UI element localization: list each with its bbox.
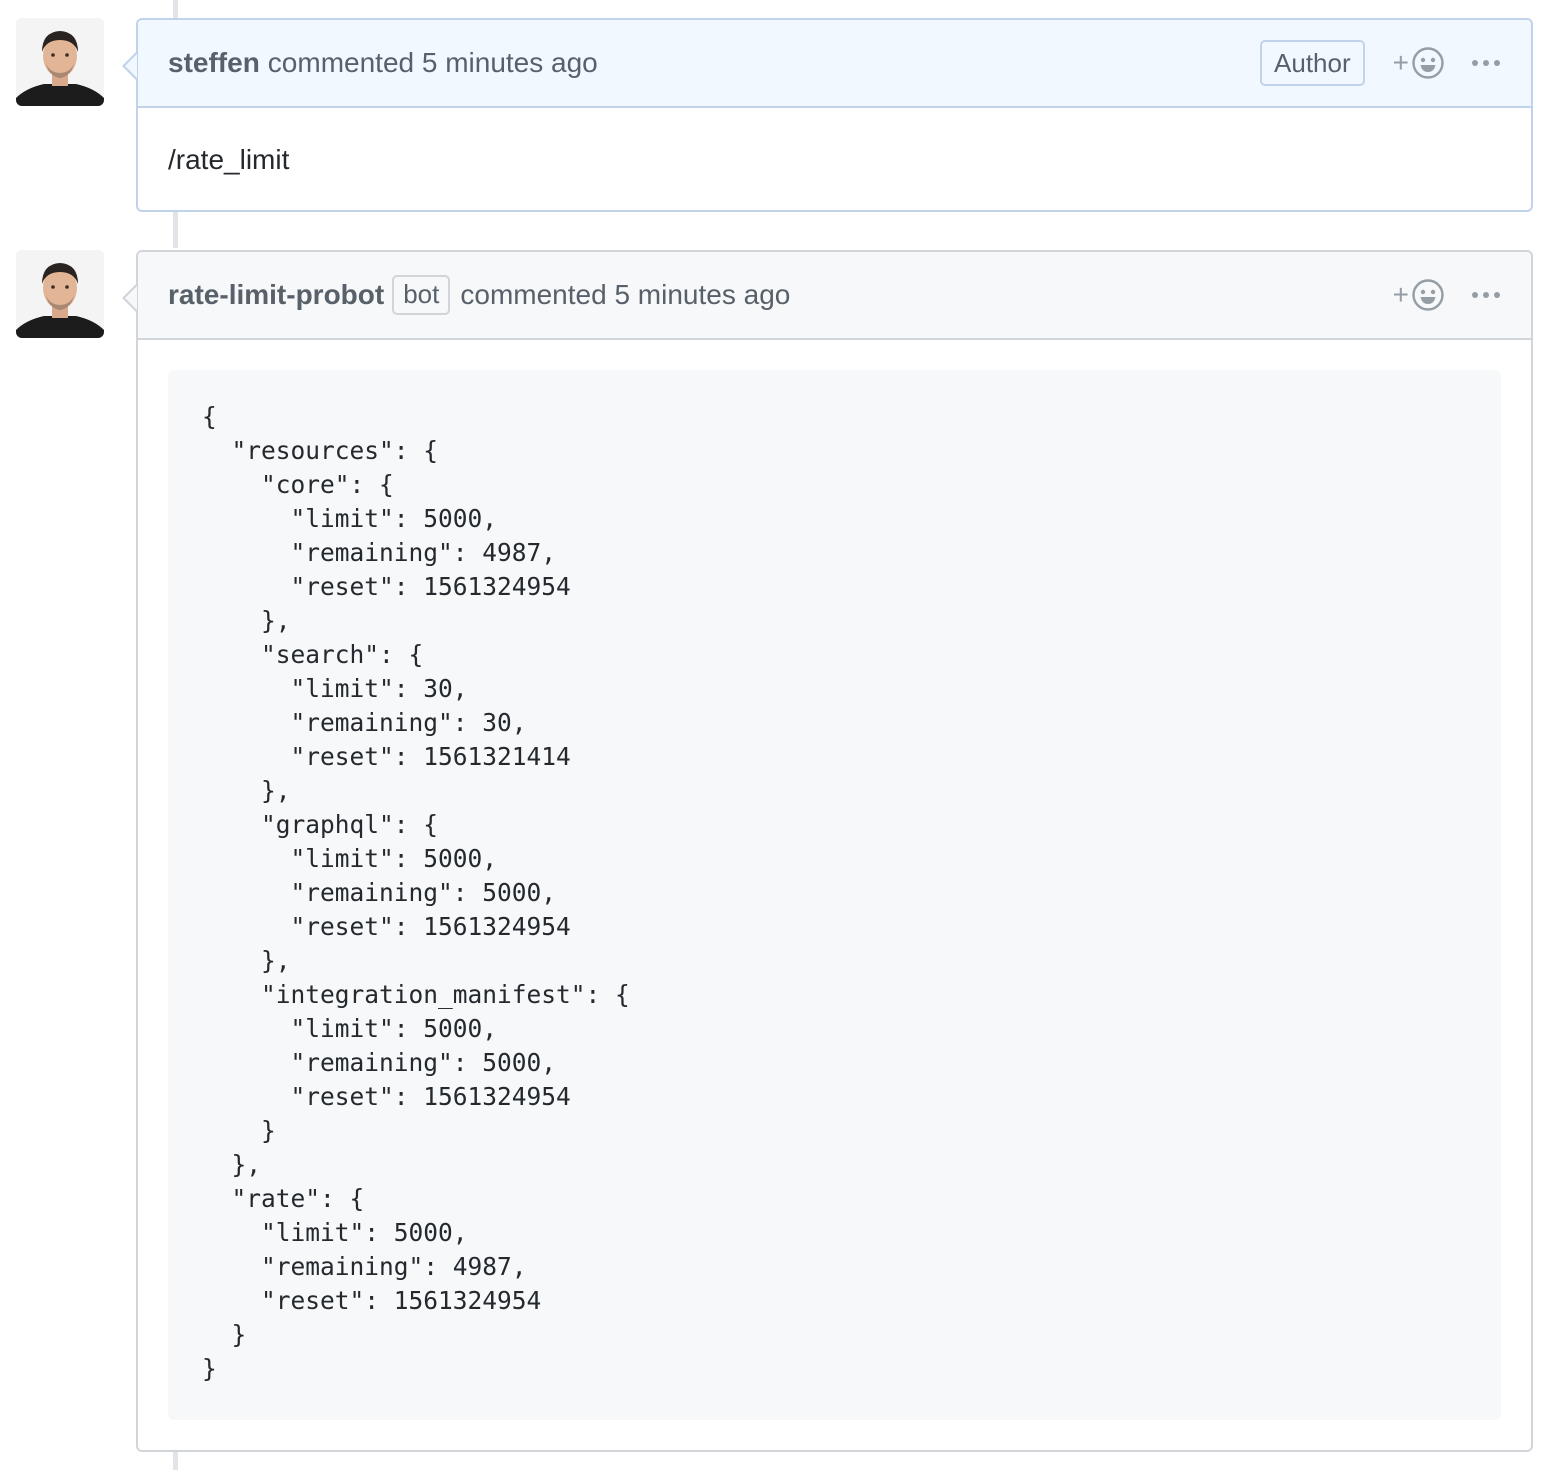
timeline-line-top (173, 0, 178, 18)
add-reaction-button[interactable]: + (1393, 46, 1445, 80)
comment-header: steffen commented 5 minutes ago Author + (122, 20, 1531, 108)
comment-body: { "resources": { "core": { "limit": 5000… (138, 340, 1531, 1450)
user-avatar-icon (16, 250, 104, 338)
comment-rate-limit-probot: rate-limit-probot bot commented 5 minute… (122, 250, 1533, 1452)
comment-timestamp[interactable]: commented 5 minutes ago (268, 47, 598, 79)
avatar[interactable] (16, 18, 104, 106)
bot-label: bot (392, 275, 451, 315)
comment-header: rate-limit-probot bot commented 5 minute… (122, 252, 1531, 340)
timeline-line-bottom (173, 1452, 178, 1470)
user-avatar-icon (16, 18, 104, 106)
comment-author-link[interactable]: steffen (168, 47, 260, 79)
timeline-line-middle (173, 212, 178, 248)
comment-options-button[interactable] (1471, 48, 1501, 78)
plus-icon: + (1392, 279, 1409, 310)
plus-icon: + (1392, 47, 1409, 78)
code-block: { "resources": { "core": { "limit": 5000… (168, 370, 1501, 1420)
comment-body: /rate_limit (168, 144, 290, 175)
comment-author-link[interactable]: rate-limit-probot (168, 279, 384, 311)
comment-actions: Author + (1260, 40, 1501, 86)
author-badge: Author (1260, 40, 1365, 86)
comment-timestamp[interactable]: commented 5 minutes ago (460, 279, 790, 311)
kebab-horizontal-icon (1472, 292, 1500, 298)
smiley-icon (1412, 279, 1444, 311)
add-reaction-button[interactable]: + (1393, 278, 1445, 312)
comment-options-button[interactable] (1471, 280, 1501, 310)
smiley-icon (1412, 47, 1444, 79)
comment-steffen: steffen commented 5 minutes ago Author + (122, 18, 1533, 212)
kebab-horizontal-icon (1472, 60, 1500, 66)
avatar[interactable] (16, 250, 104, 338)
comment-actions: + (1393, 278, 1501, 312)
